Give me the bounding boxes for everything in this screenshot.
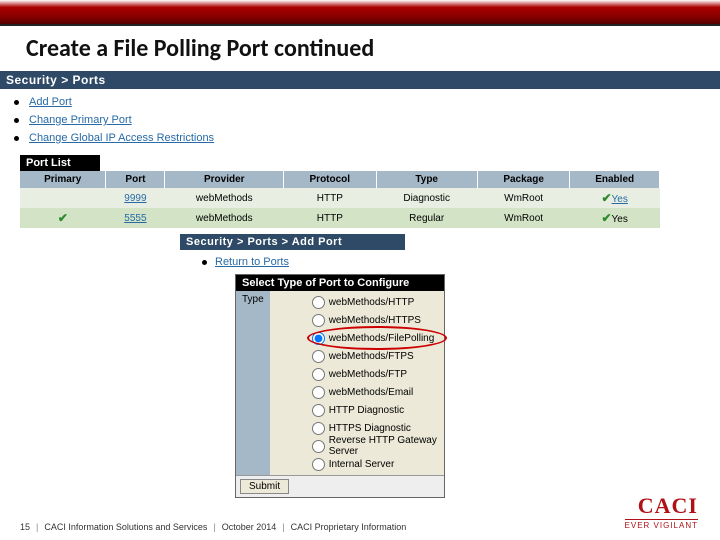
option-label: webMethods/Email [329, 387, 413, 398]
menu-item-add-port[interactable]: Add Port [14, 93, 706, 111]
col-type: Type [376, 171, 477, 188]
logo-tagline: EVER VIGILANT [625, 519, 698, 530]
bullet-icon [14, 118, 19, 123]
separator: | [282, 522, 284, 532]
radio-input[interactable] [312, 314, 325, 327]
col-port: Port [106, 171, 165, 188]
table-row: ✔ 5555 webMethods HTTP Regular WmRoot ✔Y… [20, 208, 660, 228]
option-label: HTTP Diagnostic [329, 405, 404, 416]
logo-text: CACI [625, 493, 698, 519]
cell-package: WmRoot [477, 208, 570, 228]
check-icon: ✔ [58, 211, 68, 225]
option-label: Internal Server [329, 459, 395, 470]
menu-item-change-global[interactable]: Change Global IP Access Restrictions [14, 129, 706, 147]
radio-input[interactable] [312, 368, 325, 381]
submit-button[interactable]: Submit [240, 479, 289, 494]
radio-input[interactable] [312, 440, 325, 453]
decorative-top-band [0, 0, 720, 26]
radio-input[interactable] [312, 404, 325, 417]
bullet-icon [202, 260, 207, 265]
radio-input[interactable] [312, 296, 325, 309]
table-header-row: Primary Port Provider Protocol Type Pack… [20, 171, 660, 188]
cell-enabled: ✔Yes [570, 208, 660, 228]
radio-input[interactable] [312, 332, 325, 345]
radio-option-http[interactable]: webMethods/HTTP [312, 293, 444, 311]
radio-input[interactable] [312, 458, 325, 471]
radio-input[interactable] [312, 386, 325, 399]
radio-option-https[interactable]: webMethods/HTTPS [312, 311, 444, 329]
add-port-link[interactable]: Add Port [29, 96, 72, 108]
option-label: webMethods/FTPS [329, 351, 414, 362]
option-label: Reverse HTTP Gateway Server [329, 435, 444, 457]
cell-enabled[interactable]: ✔Yes [570, 188, 660, 208]
return-to-ports-row[interactable]: Return to Ports [180, 250, 560, 274]
select-type-panel: Select Type of Port to Configure Type we… [235, 274, 445, 498]
col-enabled: Enabled [570, 171, 660, 188]
port-list-table: Primary Port Provider Protocol Type Pack… [20, 171, 660, 228]
option-label: webMethods/FTP [329, 369, 407, 380]
menu-item-change-primary[interactable]: Change Primary Port [14, 111, 706, 129]
radio-option-ftp[interactable]: webMethods/FTP [312, 365, 444, 383]
cell-protocol: HTTP [284, 188, 376, 208]
select-type-heading: Select Type of Port to Configure [236, 275, 444, 291]
cell-provider: webMethods [165, 208, 284, 228]
footer-date: October 2014 [222, 522, 277, 532]
option-label: HTTPS Diagnostic [329, 423, 411, 434]
page-title: Create a File Polling Port continued [0, 26, 720, 71]
radio-option-reverse-gateway[interactable]: Reverse HTTP Gateway Server [312, 437, 444, 455]
col-provider: Provider [165, 171, 284, 188]
radio-option-email[interactable]: webMethods/Email [312, 383, 444, 401]
slide-footer: 15 | CACI Information Solutions and Serv… [0, 522, 720, 532]
page-number: 15 [20, 522, 30, 532]
col-package: Package [477, 171, 570, 188]
option-label: webMethods/FilePolling [329, 333, 435, 344]
footer-org: CACI Information Solutions and Services [44, 522, 207, 532]
cell-primary [20, 188, 106, 208]
separator: | [36, 522, 38, 532]
bullet-icon [14, 136, 19, 141]
cell-type: Regular [376, 208, 477, 228]
col-primary: Primary [20, 171, 106, 188]
radio-option-filepolling[interactable]: webMethods/FilePolling [312, 329, 444, 347]
option-label: webMethods/HTTP [329, 297, 415, 308]
cell-port[interactable]: 9999 [106, 188, 165, 208]
return-to-ports-link[interactable]: Return to Ports [215, 256, 289, 268]
radio-option-ftps[interactable]: webMethods/FTPS [312, 347, 444, 365]
check-icon: ✔ [601, 191, 611, 205]
breadcrumb: Security > Ports [0, 71, 720, 89]
cell-type: Diagnostic [376, 188, 477, 208]
radio-input[interactable] [312, 422, 325, 435]
submit-row: Submit [236, 475, 444, 497]
check-icon: ✔ [601, 211, 611, 225]
security-ports-menu: Add Port Change Primary Port Change Glob… [0, 89, 720, 151]
bullet-icon [14, 100, 19, 105]
breadcrumb-add-port: Security > Ports > Add Port [180, 234, 405, 250]
cell-port[interactable]: 5555 [106, 208, 165, 228]
cell-primary: ✔ [20, 208, 106, 228]
radio-option-internal[interactable]: Internal Server [312, 455, 444, 473]
table-row: 9999 webMethods HTTP Diagnostic WmRoot ✔… [20, 188, 660, 208]
cell-provider: webMethods [165, 188, 284, 208]
type-label: Type [236, 291, 270, 475]
radio-input[interactable] [312, 350, 325, 363]
change-global-link[interactable]: Change Global IP Access Restrictions [29, 132, 214, 144]
port-list-header: Port List [20, 155, 100, 171]
option-label: webMethods/HTTPS [329, 315, 421, 326]
separator: | [213, 522, 215, 532]
col-protocol: Protocol [284, 171, 376, 188]
radio-option-http-diag[interactable]: HTTP Diagnostic [312, 401, 444, 419]
type-options: webMethods/HTTP webMethods/HTTPS webMeth… [270, 291, 444, 475]
cell-protocol: HTTP [284, 208, 376, 228]
footer-note: CACI Proprietary Information [291, 522, 407, 532]
add-port-panel: Security > Ports > Add Port Return to Po… [180, 234, 560, 498]
caci-logo: CACI EVER VIGILANT [625, 493, 698, 530]
change-primary-link[interactable]: Change Primary Port [29, 114, 132, 126]
cell-package: WmRoot [477, 188, 570, 208]
